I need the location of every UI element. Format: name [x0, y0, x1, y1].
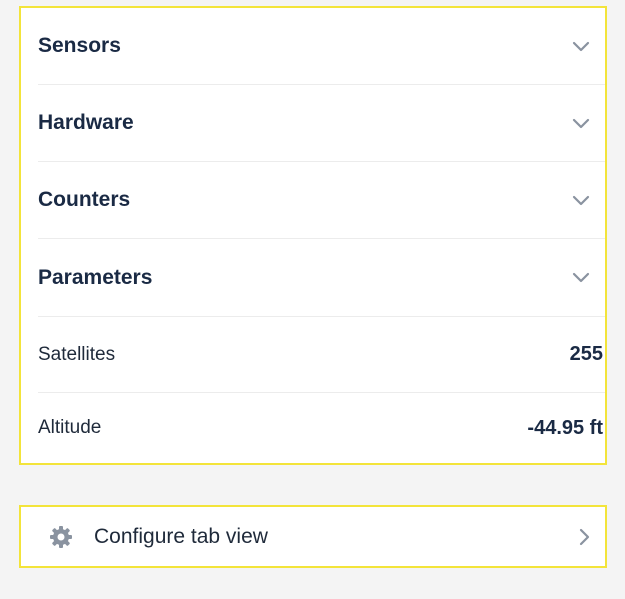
- parameter-value: 255: [569, 343, 603, 365]
- chevron-right-icon: [569, 525, 599, 549]
- chevron-down-icon[interactable]: [561, 188, 601, 212]
- configure-tab-view-button[interactable]: Configure tab view: [19, 505, 607, 568]
- parameter-label: Altitude: [38, 417, 102, 438]
- section-title: Counters: [38, 188, 131, 211]
- configure-tab-view-label: Configure tab view: [94, 524, 268, 548]
- section-title: Parameters: [38, 265, 153, 289]
- section-parameters[interactable]: Parameters: [38, 239, 605, 317]
- section-hardware[interactable]: Hardware: [38, 85, 605, 162]
- chevron-down-icon[interactable]: [561, 111, 601, 135]
- telemetry-card: Sensors Hardware Counters Parameters Sat…: [19, 6, 607, 465]
- chevron-down-icon[interactable]: [561, 266, 601, 290]
- gear-icon: [49, 525, 73, 549]
- section-title: Sensors: [38, 34, 121, 57]
- parameter-value: -44.95 ft: [527, 416, 603, 439]
- section-sensors[interactable]: Sensors: [38, 8, 605, 85]
- parameter-row-altitude: Altitude -44.95 ft: [38, 393, 605, 463]
- section-title: Hardware: [38, 111, 134, 134]
- chevron-down-icon[interactable]: [561, 34, 601, 58]
- section-counters[interactable]: Counters: [38, 162, 605, 239]
- parameter-row-satellites: Satellites 255: [38, 317, 605, 393]
- parameter-label: Satellites: [38, 343, 116, 365]
